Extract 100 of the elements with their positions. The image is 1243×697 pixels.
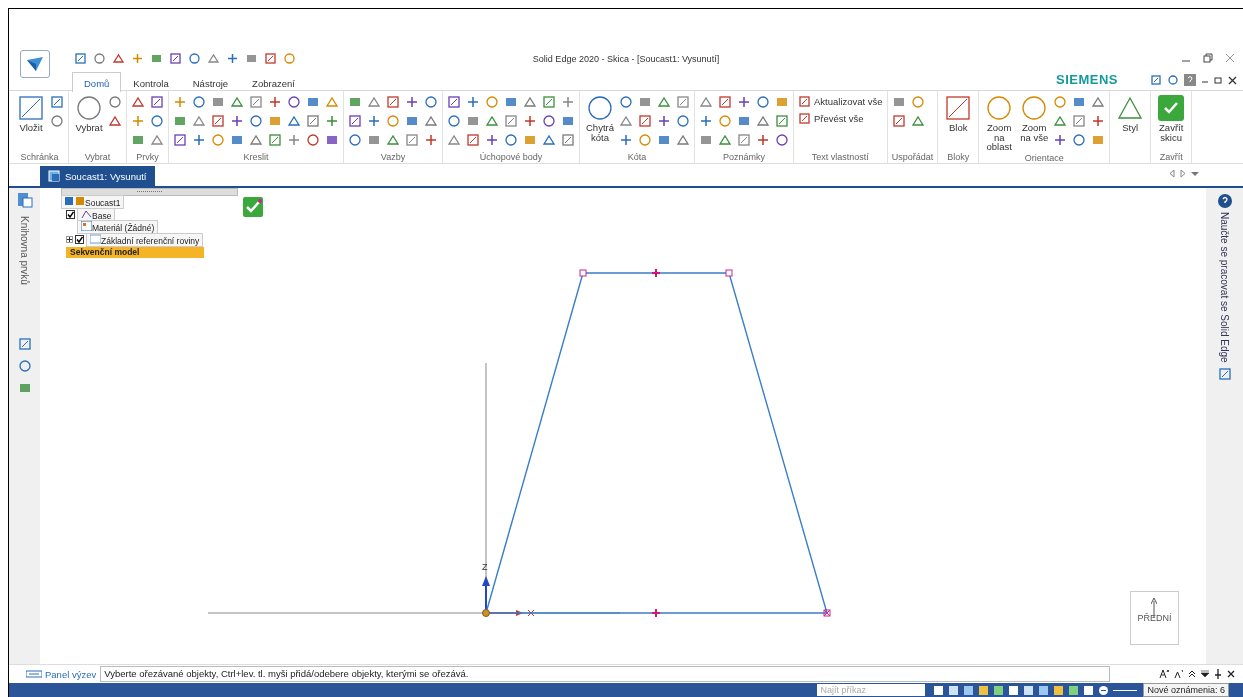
tool-icon[interactable] (150, 95, 164, 109)
tool-icon[interactable] (367, 95, 381, 109)
tool-icon[interactable] (348, 114, 362, 128)
tool-icon[interactable] (192, 95, 206, 109)
tool-icon[interactable] (504, 133, 518, 147)
tool-icon[interactable] (542, 133, 556, 147)
tool-icon[interactable] (18, 95, 44, 121)
tool-icon[interactable] (173, 133, 187, 147)
tool-icon[interactable] (523, 114, 537, 128)
tool-icon[interactable] (676, 95, 690, 109)
side-panel-tab[interactable]: Knihovna prvků (19, 216, 30, 285)
ribbon-tab[interactable]: Kontrola (121, 72, 181, 92)
command-search-field[interactable]: Najít příkaz (817, 684, 926, 696)
document-tab[interactable]: Soucast1: Vysunutí (40, 166, 155, 186)
status-tool-icon[interactable] (993, 684, 1005, 696)
tool-icon[interactable] (348, 95, 362, 109)
tool-icon[interactable] (211, 114, 225, 128)
tool-icon[interactable] (523, 95, 537, 109)
tool-icon[interactable] (249, 114, 263, 128)
toolbar-icon[interactable] (169, 52, 182, 65)
tool-icon[interactable] (424, 114, 438, 128)
checkbox[interactable] (66, 210, 75, 220)
tool-icon[interactable] (50, 95, 64, 109)
tool-icon[interactable] (699, 95, 713, 109)
tool-icon[interactable] (405, 95, 419, 109)
ribbon-button[interactable]: Vložit (15, 95, 47, 151)
tool-icon[interactable] (737, 133, 751, 147)
tool-icon[interactable] (619, 133, 633, 147)
tool-icon[interactable] (1091, 95, 1106, 109)
splitter-grip-icon[interactable] (136, 190, 163, 193)
tool-icon[interactable] (587, 95, 613, 121)
status-tool-icon[interactable] (1023, 684, 1035, 696)
tool-icon[interactable] (268, 95, 282, 109)
layout-icon[interactable] (1167, 74, 1179, 86)
tool-icon[interactable] (287, 114, 301, 128)
status-tool-icon[interactable] (1083, 684, 1095, 696)
ribbon-button[interactable]: Zoom na vše (1018, 95, 1051, 152)
tool-icon[interactable] (676, 114, 690, 128)
tool-icon[interactable] (325, 133, 339, 147)
tool-icon[interactable] (638, 114, 652, 128)
status-tool-icon[interactable] (1053, 684, 1065, 696)
tree-item[interactable]: Základní referenční roviny (86, 232, 204, 247)
ribbon-button[interactable]: Aktualizovat vše (798, 95, 883, 108)
app-logo-icon[interactable] (26, 56, 44, 72)
toolbar-icon[interactable] (112, 52, 125, 65)
close-icon[interactable] (1228, 74, 1237, 86)
tool-icon[interactable] (910, 114, 925, 128)
toolbar-icon[interactable] (150, 52, 163, 65)
status-tool-icon[interactable] (1008, 684, 1020, 696)
tool-icon[interactable] (306, 133, 320, 147)
tool-icon[interactable] (367, 114, 381, 128)
ribbon-tab[interactable]: Nástroje (180, 72, 241, 92)
tool-icon[interactable] (504, 114, 518, 128)
tool-icon[interactable] (447, 114, 461, 128)
tool-icon[interactable] (386, 95, 400, 109)
font-smaller-icon[interactable] (1174, 669, 1183, 679)
tool-icon[interactable] (249, 95, 263, 109)
expand-toggle[interactable] (66, 236, 73, 244)
prompt-panel-button[interactable]: Panel výzev (26, 668, 97, 680)
tool-icon[interactable] (1053, 114, 1068, 128)
tool-icon[interactable] (737, 95, 751, 109)
tool-icon[interactable] (192, 133, 206, 147)
tool-icon[interactable] (1072, 133, 1087, 147)
restore-icon[interactable] (1214, 74, 1223, 86)
tool-icon[interactable] (211, 95, 225, 109)
tool-icon[interactable] (348, 133, 362, 147)
tool-icon[interactable] (424, 133, 438, 147)
tool-icon[interactable] (1053, 133, 1068, 147)
status-tool-icon[interactable] (978, 684, 990, 696)
status-tool-icon[interactable] (1038, 684, 1050, 696)
tool-icon[interactable] (718, 133, 732, 147)
panel-icon[interactable] (17, 336, 32, 351)
toolbar-icon[interactable] (93, 52, 106, 65)
dropdown-icon[interactable] (1201, 669, 1209, 679)
tool-icon[interactable] (306, 114, 320, 128)
status-tool-icon[interactable] (1068, 684, 1080, 696)
status-tool-icon[interactable] (948, 684, 960, 696)
checkbox[interactable] (75, 235, 84, 245)
toolbar-icon[interactable] (245, 52, 258, 65)
tool-icon[interactable] (756, 133, 770, 147)
tool-icon[interactable] (230, 114, 244, 128)
tool-icon[interactable] (657, 95, 671, 109)
tool-icon[interactable] (485, 114, 499, 128)
tool-icon[interactable] (699, 114, 713, 128)
restore-icon[interactable] (1203, 53, 1213, 63)
ribbon-button[interactable]: Zoom na oblast (983, 95, 1016, 152)
tool-icon[interactable] (504, 95, 518, 109)
tool-icon[interactable] (306, 95, 320, 109)
tool-icon[interactable] (424, 95, 438, 109)
toolbar-icon[interactable] (207, 52, 220, 65)
tool-icon[interactable] (1091, 114, 1106, 128)
tool-icon[interactable] (173, 114, 187, 128)
ribbon-button[interactable]: Vybrat (73, 95, 105, 151)
toolbar-icon[interactable] (264, 52, 277, 65)
toolbar-icon[interactable] (74, 52, 87, 65)
tool-icon[interactable] (775, 133, 789, 147)
tool-icon[interactable] (657, 133, 671, 147)
help-icon[interactable] (1217, 194, 1232, 208)
tool-icon[interactable] (561, 114, 575, 128)
tree-item[interactable]: Soucast1 (61, 195, 125, 210)
